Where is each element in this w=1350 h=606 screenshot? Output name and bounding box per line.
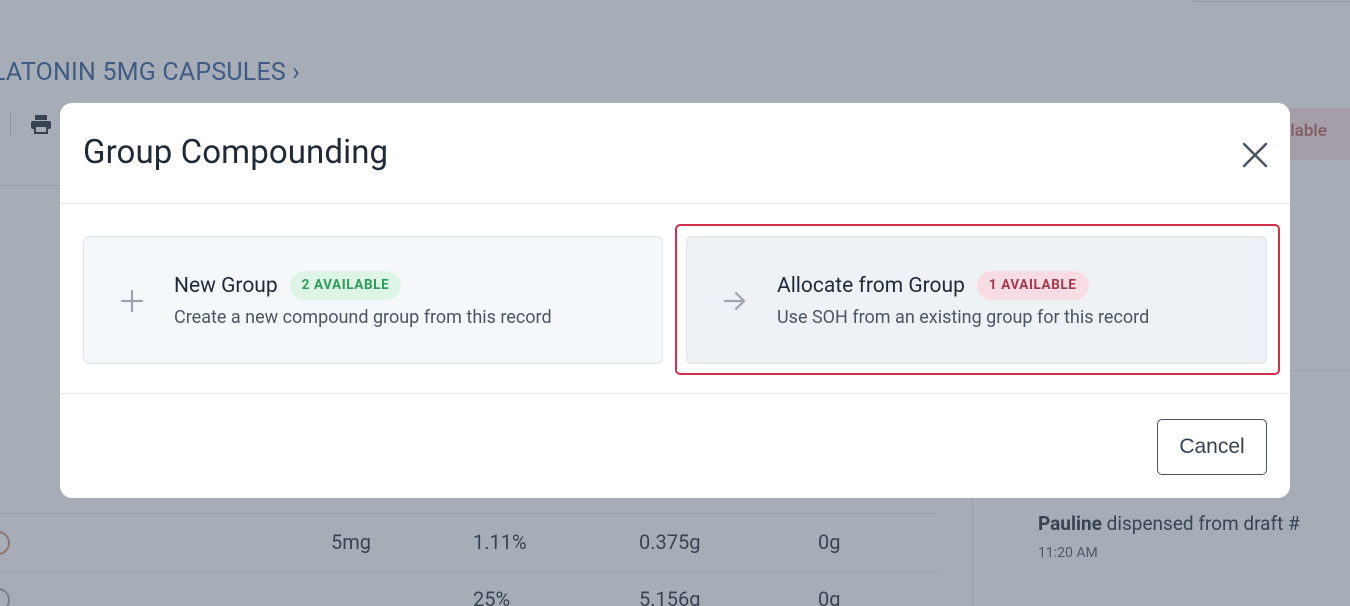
new-group-title: New Group 2 AVAILABLE xyxy=(174,271,402,300)
allocate-label: Allocate from Group xyxy=(777,273,965,298)
plus-icon xyxy=(118,287,146,315)
dialog-footer: Cancel xyxy=(60,394,1290,498)
allocate-description: Use SOH from an existing group for this … xyxy=(777,307,1150,328)
allocate-from-group-option[interactable]: Allocate from Group 1 AVAILABLE Use SOH … xyxy=(686,236,1267,364)
arrow-right-icon xyxy=(721,287,749,315)
dialog-header: Group Compounding xyxy=(60,103,1290,204)
dialog-body: New Group 2 AVAILABLE Create a new compo… xyxy=(60,204,1290,394)
allocate-availability-badge: 1 AVAILABLE xyxy=(976,271,1089,300)
dialog-title: Group Compounding xyxy=(83,133,389,172)
new-group-description: Create a new compound group from this re… xyxy=(174,307,552,328)
new-group-option[interactable]: New Group 2 AVAILABLE Create a new compo… xyxy=(83,236,663,364)
close-button[interactable] xyxy=(1236,136,1274,174)
group-compounding-dialog: Group Compounding New Group 2 AVAILABLE … xyxy=(60,103,1290,498)
close-icon xyxy=(1242,142,1268,168)
new-group-availability-badge: 2 AVAILABLE xyxy=(289,271,402,300)
allocate-title: Allocate from Group 1 AVAILABLE xyxy=(777,271,1089,300)
cancel-button[interactable]: Cancel xyxy=(1157,419,1267,475)
new-group-label: New Group xyxy=(174,273,278,298)
